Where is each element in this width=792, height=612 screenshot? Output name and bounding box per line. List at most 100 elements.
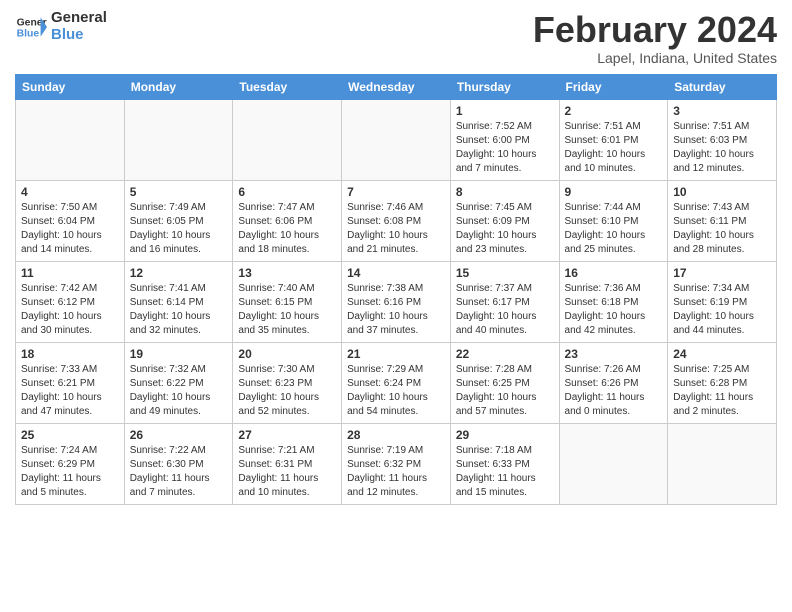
calendar-day-19: 19 Sunrise: 7:32 AM Sunset: 6:22 PM Dayli… bbox=[124, 342, 233, 423]
day-info: Sunrise: 7:26 AM Sunset: 6:26 PM Dayligh… bbox=[565, 363, 663, 419]
calendar-header-sunday: Sunday bbox=[16, 74, 125, 99]
calendar-day-26: 26 Sunrise: 7:22 AM Sunset: 6:30 PM Dayli… bbox=[124, 423, 233, 504]
day-info: Sunrise: 7:36 AM Sunset: 6:18 PM Dayligh… bbox=[565, 282, 663, 338]
day-number: 29 bbox=[456, 428, 554, 442]
day-info: Sunrise: 7:29 AM Sunset: 6:24 PM Dayligh… bbox=[347, 363, 445, 419]
calendar-day-22: 22 Sunrise: 7:28 AM Sunset: 6:25 PM Dayli… bbox=[450, 342, 559, 423]
calendar-day-14: 14 Sunrise: 7:38 AM Sunset: 6:16 PM Dayli… bbox=[342, 261, 451, 342]
calendar-header-wednesday: Wednesday bbox=[342, 74, 451, 99]
header: General Blue General Blue February 2024 … bbox=[15, 10, 777, 66]
calendar-header-saturday: Saturday bbox=[668, 74, 777, 99]
day-info: Sunrise: 7:44 AM Sunset: 6:10 PM Dayligh… bbox=[565, 201, 663, 257]
day-number: 20 bbox=[238, 347, 336, 361]
day-number: 16 bbox=[565, 266, 663, 280]
calendar-day-17: 17 Sunrise: 7:34 AM Sunset: 6:19 PM Dayli… bbox=[668, 261, 777, 342]
day-info: Sunrise: 7:30 AM Sunset: 6:23 PM Dayligh… bbox=[238, 363, 336, 419]
day-number: 9 bbox=[565, 185, 663, 199]
calendar-day-23: 23 Sunrise: 7:26 AM Sunset: 6:26 PM Dayli… bbox=[559, 342, 668, 423]
day-number: 26 bbox=[130, 428, 228, 442]
calendar-week-3: 11 Sunrise: 7:42 AM Sunset: 6:12 PM Dayli… bbox=[16, 261, 777, 342]
day-info: Sunrise: 7:43 AM Sunset: 6:11 PM Dayligh… bbox=[673, 201, 771, 257]
day-info: Sunrise: 7:34 AM Sunset: 6:19 PM Dayligh… bbox=[673, 282, 771, 338]
calendar-week-2: 4 Sunrise: 7:50 AM Sunset: 6:04 PM Daylig… bbox=[16, 180, 777, 261]
day-info: Sunrise: 7:51 AM Sunset: 6:03 PM Dayligh… bbox=[673, 120, 771, 176]
calendar-day-28: 28 Sunrise: 7:19 AM Sunset: 6:32 PM Dayli… bbox=[342, 423, 451, 504]
day-number: 5 bbox=[130, 185, 228, 199]
calendar-header-row: SundayMondayTuesdayWednesdayThursdayFrid… bbox=[16, 74, 777, 99]
day-info: Sunrise: 7:51 AM Sunset: 6:01 PM Dayligh… bbox=[565, 120, 663, 176]
day-number: 8 bbox=[456, 185, 554, 199]
page: General Blue General Blue February 2024 … bbox=[0, 0, 792, 612]
calendar-day-empty-0-0 bbox=[16, 99, 125, 180]
day-info: Sunrise: 7:19 AM Sunset: 6:32 PM Dayligh… bbox=[347, 444, 445, 500]
day-info: Sunrise: 7:18 AM Sunset: 6:33 PM Dayligh… bbox=[456, 444, 554, 500]
day-info: Sunrise: 7:22 AM Sunset: 6:30 PM Dayligh… bbox=[130, 444, 228, 500]
day-info: Sunrise: 7:28 AM Sunset: 6:25 PM Dayligh… bbox=[456, 363, 554, 419]
day-number: 19 bbox=[130, 347, 228, 361]
calendar-day-2: 2 Sunrise: 7:51 AM Sunset: 6:01 PM Daylig… bbox=[559, 99, 668, 180]
day-info: Sunrise: 7:33 AM Sunset: 6:21 PM Dayligh… bbox=[21, 363, 119, 419]
calendar-day-15: 15Sunrise: 7:37 AM Sunset: 6:17 PM Dayli… bbox=[450, 261, 559, 342]
day-info: Sunrise: 7:37 AM Sunset: 6:17 PM Dayligh… bbox=[456, 282, 554, 338]
calendar-header-monday: Monday bbox=[124, 74, 233, 99]
calendar-week-4: 18Sunrise: 7:33 AM Sunset: 6:21 PM Dayli… bbox=[16, 342, 777, 423]
calendar-day-empty-4-6 bbox=[668, 423, 777, 504]
calendar-week-5: 25Sunrise: 7:24 AM Sunset: 6:29 PM Dayli… bbox=[16, 423, 777, 504]
day-info: Sunrise: 7:46 AM Sunset: 6:08 PM Dayligh… bbox=[347, 201, 445, 257]
calendar-day-8: 8 Sunrise: 7:45 AM Sunset: 6:09 PM Daylig… bbox=[450, 180, 559, 261]
calendar-day-4: 4 Sunrise: 7:50 AM Sunset: 6:04 PM Daylig… bbox=[16, 180, 125, 261]
calendar-day-25: 25Sunrise: 7:24 AM Sunset: 6:29 PM Dayli… bbox=[16, 423, 125, 504]
day-info: Sunrise: 7:24 AM Sunset: 6:29 PM Dayligh… bbox=[21, 444, 119, 500]
calendar-header-tuesday: Tuesday bbox=[233, 74, 342, 99]
logo-icon: General Blue bbox=[15, 11, 47, 43]
day-number: 17 bbox=[673, 266, 771, 280]
title-block: February 2024 Lapel, Indiana, United Sta… bbox=[533, 10, 777, 66]
calendar-day-9: 9 Sunrise: 7:44 AM Sunset: 6:10 PM Daylig… bbox=[559, 180, 668, 261]
day-number: 2 bbox=[565, 104, 663, 118]
day-number: 22 bbox=[456, 347, 554, 361]
day-info: Sunrise: 7:49 AM Sunset: 6:05 PM Dayligh… bbox=[130, 201, 228, 257]
calendar-day-20: 20 Sunrise: 7:30 AM Sunset: 6:23 PM Dayli… bbox=[233, 342, 342, 423]
calendar-day-16: 16 Sunrise: 7:36 AM Sunset: 6:18 PM Dayli… bbox=[559, 261, 668, 342]
calendar-day-24: 24 Sunrise: 7:25 AM Sunset: 6:28 PM Dayli… bbox=[668, 342, 777, 423]
calendar-day-empty-4-5 bbox=[559, 423, 668, 504]
calendar-day-11: 11 Sunrise: 7:42 AM Sunset: 6:12 PM Dayli… bbox=[16, 261, 125, 342]
day-info: Sunrise: 7:32 AM Sunset: 6:22 PM Dayligh… bbox=[130, 363, 228, 419]
day-number: 23 bbox=[565, 347, 663, 361]
logo: General Blue General Blue bbox=[15, 10, 107, 43]
calendar-day-10: 10Sunrise: 7:43 AM Sunset: 6:11 PM Dayli… bbox=[668, 180, 777, 261]
day-info: Sunrise: 7:38 AM Sunset: 6:16 PM Dayligh… bbox=[347, 282, 445, 338]
day-number: 7 bbox=[347, 185, 445, 199]
day-info: Sunrise: 7:40 AM Sunset: 6:15 PM Dayligh… bbox=[238, 282, 336, 338]
calendar-header-friday: Friday bbox=[559, 74, 668, 99]
day-info: Sunrise: 7:50 AM Sunset: 6:04 PM Dayligh… bbox=[21, 201, 119, 257]
calendar-day-21: 21 Sunrise: 7:29 AM Sunset: 6:24 PM Dayli… bbox=[342, 342, 451, 423]
day-number: 3 bbox=[673, 104, 771, 118]
calendar-day-empty-0-1 bbox=[124, 99, 233, 180]
calendar-day-13: 13Sunrise: 7:40 AM Sunset: 6:15 PM Dayli… bbox=[233, 261, 342, 342]
day-number: 4 bbox=[21, 185, 119, 199]
calendar-day-29: 29 Sunrise: 7:18 AM Sunset: 6:33 PM Dayli… bbox=[450, 423, 559, 504]
day-info: Sunrise: 7:21 AM Sunset: 6:31 PM Dayligh… bbox=[238, 444, 336, 500]
day-info: Sunrise: 7:42 AM Sunset: 6:12 PM Dayligh… bbox=[21, 282, 119, 338]
day-info: Sunrise: 7:47 AM Sunset: 6:06 PM Dayligh… bbox=[238, 201, 336, 257]
calendar-day-12: 12Sunrise: 7:41 AM Sunset: 6:14 PM Dayli… bbox=[124, 261, 233, 342]
calendar-week-1: 1Sunrise: 7:52 AM Sunset: 6:00 PM Daylig… bbox=[16, 99, 777, 180]
logo-blue: Blue bbox=[51, 27, 107, 44]
day-number: 14 bbox=[347, 266, 445, 280]
calendar-day-empty-0-3 bbox=[342, 99, 451, 180]
day-info: Sunrise: 7:41 AM Sunset: 6:14 PM Dayligh… bbox=[130, 282, 228, 338]
svg-text:Blue: Blue bbox=[17, 28, 40, 39]
day-info: Sunrise: 7:25 AM Sunset: 6:28 PM Dayligh… bbox=[673, 363, 771, 419]
day-number: 28 bbox=[347, 428, 445, 442]
logo-general: General bbox=[51, 10, 107, 27]
calendar-day-empty-0-2 bbox=[233, 99, 342, 180]
day-number: 21 bbox=[347, 347, 445, 361]
day-number: 27 bbox=[238, 428, 336, 442]
calendar-day-5: 5 Sunrise: 7:49 AM Sunset: 6:05 PM Daylig… bbox=[124, 180, 233, 261]
day-info: Sunrise: 7:45 AM Sunset: 6:09 PM Dayligh… bbox=[456, 201, 554, 257]
day-number: 11 bbox=[21, 266, 119, 280]
calendar-header-thursday: Thursday bbox=[450, 74, 559, 99]
day-number: 24 bbox=[673, 347, 771, 361]
calendar-day-3: 3 Sunrise: 7:51 AM Sunset: 6:03 PM Daylig… bbox=[668, 99, 777, 180]
